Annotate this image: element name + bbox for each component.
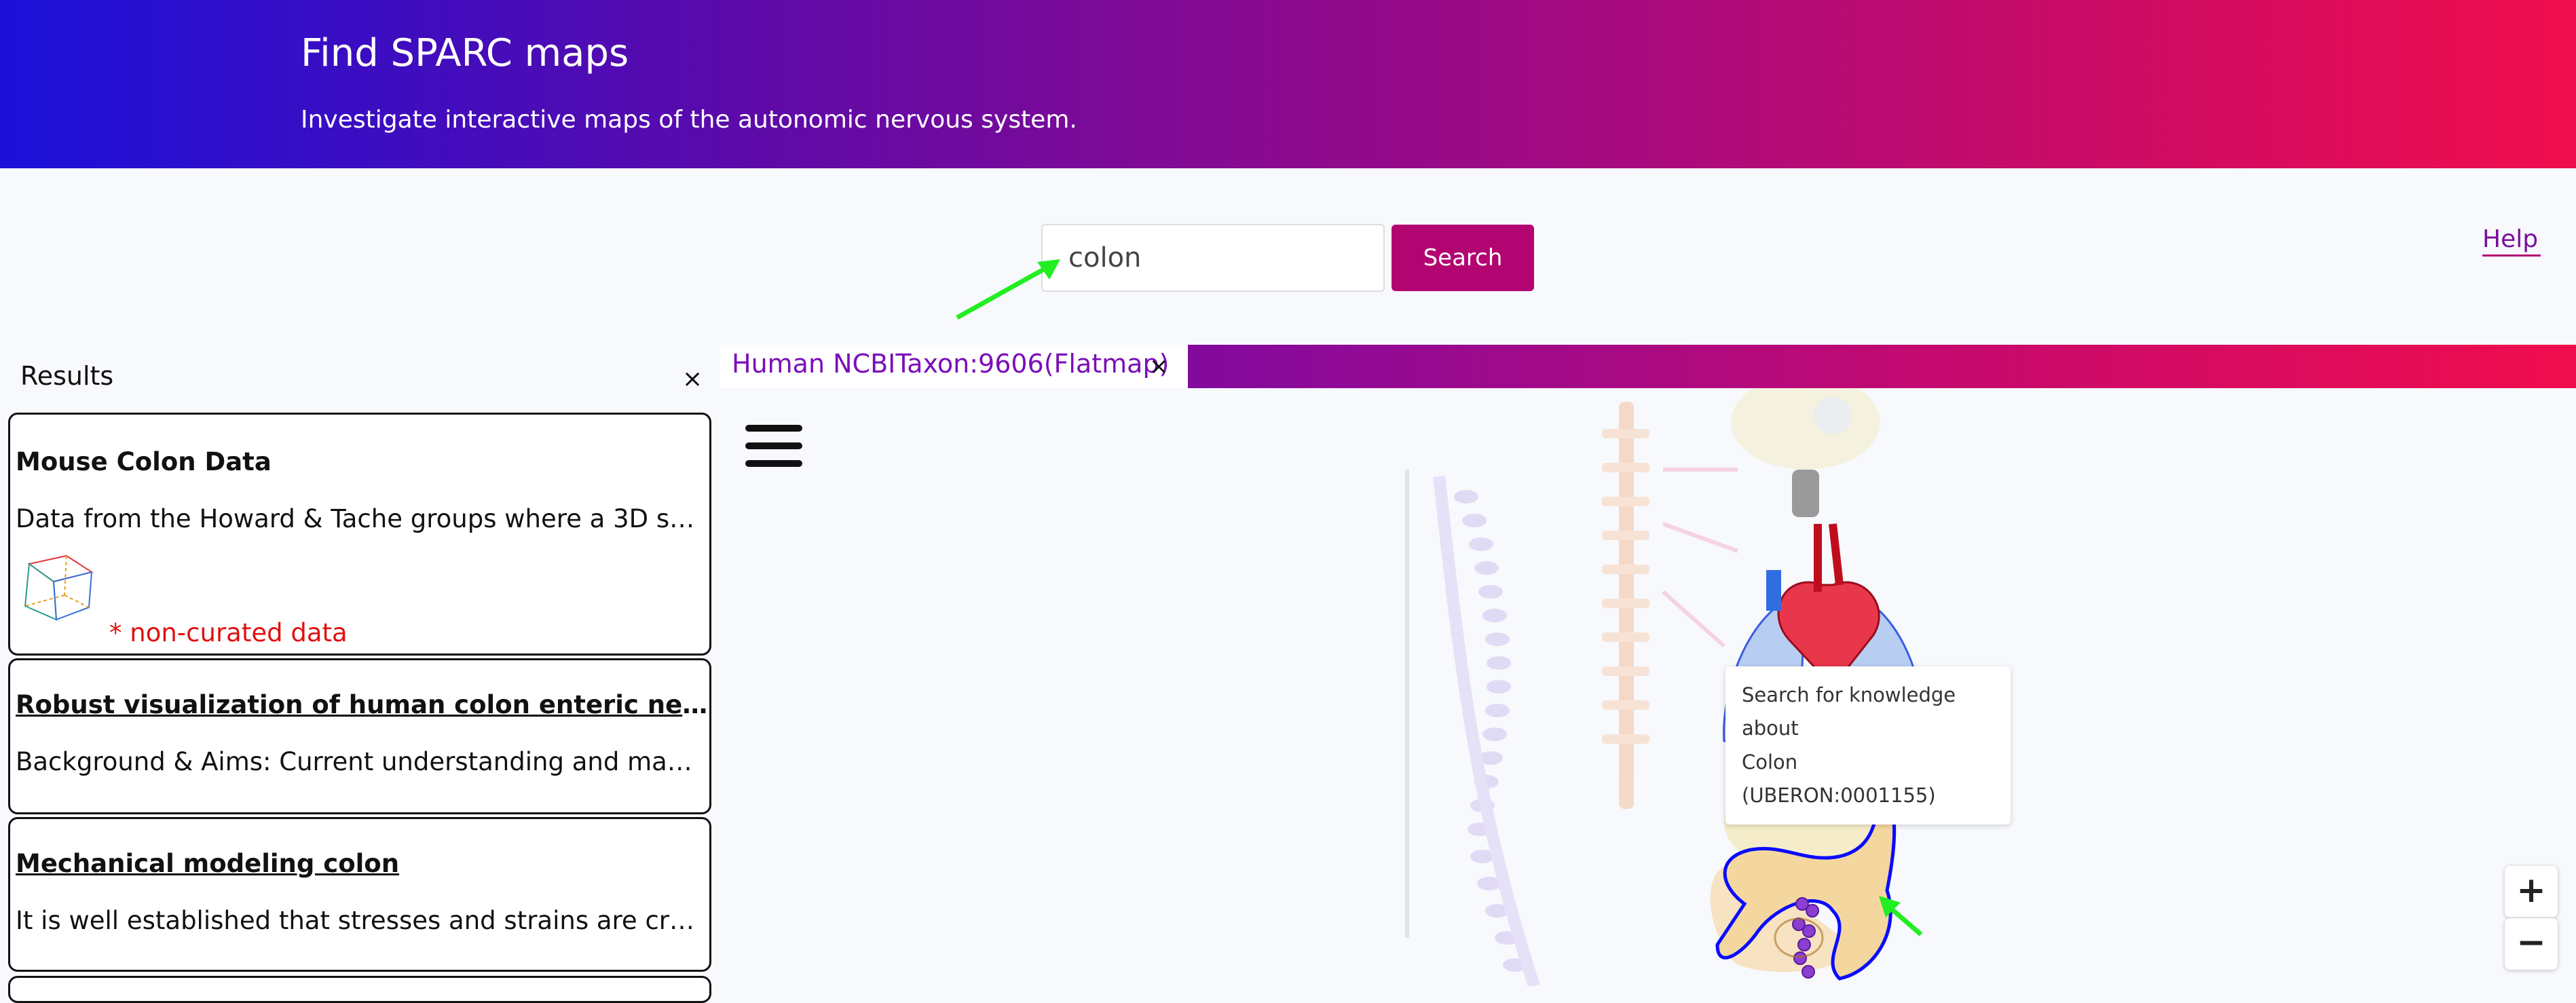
result-card[interactable] [8, 976, 711, 1003]
zoom-out-button[interactable]: − [2505, 918, 2558, 970]
nerve-chain [1602, 402, 1739, 809]
flatmap-canvas[interactable] [720, 388, 2576, 986]
result-title: Mouse Colon Data [16, 447, 272, 476]
results-panel: Results × Mouse Colon Data Data from the… [0, 345, 720, 1003]
noncurated-badge: * non-curated data [109, 618, 348, 647]
result-title-link[interactable]: Mechanical modeling colon [16, 849, 708, 878]
map-tooltip[interactable]: Search for knowledge about Colon (UBERON… [1725, 666, 2011, 825]
result-card[interactable]: Mouse Colon Data Data from the Howard & … [8, 413, 711, 656]
map-panel: Human NCBITaxon:9606(Flatmap) × Search f… [720, 345, 2576, 986]
result-card[interactable]: Robust visualization of human colon ente… [8, 658, 711, 814]
annotation-arrow-icon [956, 259, 1060, 320]
results-title: Results [20, 361, 114, 391]
zoom-in-button[interactable]: + [2505, 866, 2558, 917]
head-region [1731, 388, 1880, 470]
help-link[interactable]: Help [2482, 225, 2541, 257]
map-tabbar: Human NCBITaxon:9606(Flatmap) × [720, 345, 2576, 388]
search-area: Search Help [0, 168, 2576, 345]
result-description: Data from the Howard & Tache groups wher… [16, 504, 708, 533]
search-input[interactable] [1041, 224, 1385, 292]
tooltip-line: Colon (UBERON:0001155) [1742, 750, 1936, 807]
tooltip-line: Search for knowledge about [1742, 683, 1956, 740]
close-icon[interactable]: × [1149, 353, 1169, 380]
close-icon[interactable]: × [682, 365, 703, 393]
page-header: Find SPARC maps Investigate interactive … [0, 0, 2576, 168]
tab-label: Human NCBITaxon:9606(Flatmap) [732, 349, 1170, 379]
cube-scaffold-icon[interactable] [16, 550, 97, 625]
page-subtitle: Investigate interactive maps of the auto… [301, 106, 1077, 134]
page-title: Find SPARC maps [301, 31, 629, 75]
result-description: Background & Aims: Current understanding… [16, 747, 708, 776]
result-card[interactable]: Mechanical modeling colon It is well est… [8, 817, 711, 972]
result-description: It is well established that stresses and… [16, 906, 708, 935]
tab-flatmap[interactable]: Human NCBITaxon:9606(Flatmap) × [720, 345, 1188, 388]
hamburger-menu-icon[interactable] [744, 419, 804, 474]
spine-diagram [1405, 470, 1540, 986]
search-button[interactable]: Search [1392, 225, 1534, 291]
result-title-link[interactable]: Robust visualization of human colon ente… [16, 690, 708, 719]
